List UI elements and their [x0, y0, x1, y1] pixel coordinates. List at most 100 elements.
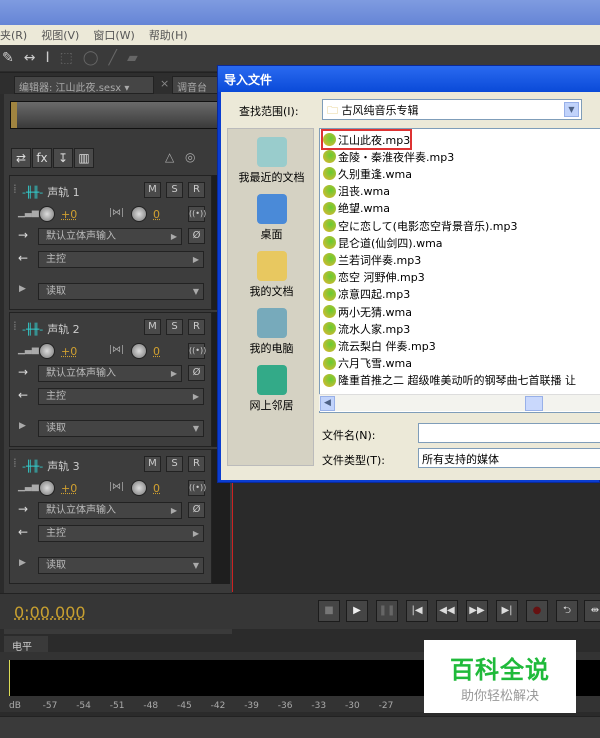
metronome-icon[interactable]: △	[165, 150, 174, 164]
track-tool-button[interactable]: ↧	[53, 148, 73, 168]
pause-button[interactable]: ❚❚	[376, 600, 398, 622]
close-icon[interactable]: ×	[160, 77, 169, 90]
place-item[interactable]: 网上邻居	[228, 365, 315, 413]
menu-item[interactable]: 夹(R)	[0, 27, 27, 43]
monitor-input-button[interactable]: ((•))	[188, 343, 206, 359]
file-list[interactable]: 江山此夜.mp3 金陵・秦淮夜伴奏.mp3 久别重逢.wma 沮丧.wma 绝望.wma…	[319, 128, 600, 413]
play-button[interactable]: ▶	[346, 600, 368, 622]
timeline-overview[interactable]	[10, 101, 232, 129]
loop-button[interactable]: ⮌	[556, 600, 578, 622]
track-r-button[interactable]: R	[188, 319, 205, 335]
razor-icon[interactable]: I	[45, 50, 49, 66]
track-input-select[interactable]: 默认立体声输入 ▶	[38, 502, 182, 519]
lasso-icon[interactable]: ◯	[83, 50, 99, 66]
scroll-left-button[interactable]: ◀	[320, 396, 335, 411]
timecode[interactable]: 0:00.000	[14, 603, 86, 622]
automation-mode-select[interactable]: 读取 ▼	[38, 283, 204, 300]
move-tool-icon[interactable]: ✎	[2, 50, 14, 66]
pan-value[interactable]: 0	[153, 208, 160, 221]
brush-icon[interactable]: ╱	[109, 50, 117, 66]
place-item[interactable]: 我的文档	[228, 251, 315, 299]
automation-mode-select[interactable]: 读取 ▼	[38, 557, 204, 574]
phase-invert-button[interactable]: Ø	[188, 365, 205, 381]
track-input-select[interactable]: 默认立体声输入 ▶	[38, 365, 182, 382]
file-item[interactable]: 江山此夜.mp3	[320, 129, 413, 150]
volume-value[interactable]: +0	[61, 208, 77, 221]
fast-forward-button[interactable]: ▶▶	[466, 600, 488, 622]
spot-healing-icon[interactable]: ▰	[127, 50, 138, 66]
track-output-select[interactable]: 主控 ▶	[38, 525, 204, 542]
record-button[interactable]: ●	[526, 600, 548, 622]
phase-invert-button[interactable]: Ø	[188, 502, 205, 518]
track-m-button[interactable]: M	[144, 182, 161, 198]
file-item[interactable]: 昆仑道(仙剑四).wma	[323, 234, 443, 251]
scroll-thumb[interactable]	[525, 396, 543, 411]
filetype-select[interactable]: 所有支持的媒体	[418, 448, 600, 468]
track-name[interactable]: -╫╫- 声轨 2	[22, 321, 80, 337]
file-item[interactable]: 久别重逢.wma	[323, 165, 412, 182]
track-m-button[interactable]: M	[144, 319, 161, 335]
place-item[interactable]: 我的电脑	[228, 308, 315, 356]
go-to-end-button[interactable]: ▶|	[496, 600, 518, 622]
track-output-select[interactable]: 主控 ▶	[38, 251, 204, 268]
file-item[interactable]: 绝望.wma	[323, 200, 390, 217]
file-item[interactable]: 空に恋して(电影恋空背景音乐).mp3	[323, 217, 517, 234]
chevron-down-icon[interactable]: ▼	[564, 102, 579, 117]
horizontal-scrollbar[interactable]: ◀	[319, 394, 600, 411]
track-m-button[interactable]: M	[144, 456, 161, 472]
file-item[interactable]: 流水人家.mp3	[323, 320, 410, 337]
timeline-area[interactable]	[232, 480, 600, 590]
volume-knob[interactable]	[39, 343, 55, 359]
pan-value[interactable]: 0	[153, 482, 160, 495]
phase-invert-button[interactable]: Ø	[188, 228, 205, 244]
drag-handle-icon[interactable]: ⁞	[13, 182, 17, 196]
file-item[interactable]: 沮丧.wma	[323, 183, 390, 200]
track-name[interactable]: -╫╫- 声轨 1	[22, 184, 80, 200]
expand-icon[interactable]: ▶	[19, 558, 26, 568]
automation-mode-select[interactable]: 读取 ▼	[38, 420, 204, 437]
file-item[interactable]: 流云梨白 伴奏.mp3	[323, 337, 436, 354]
go-to-start-button[interactable]: |◀	[406, 600, 428, 622]
marquee-icon[interactable]: ⬚	[60, 50, 73, 66]
tab-levels[interactable]: 电平 ×	[4, 636, 48, 664]
file-item[interactable]: 兰若词伴奏.mp3	[323, 251, 421, 268]
menu-item[interactable]: 窗口(W)	[93, 27, 134, 43]
pan-knob[interactable]	[131, 206, 147, 222]
drag-handle-icon[interactable]: ⁞	[13, 319, 17, 333]
file-item[interactable]: 六月飞雪.wma	[323, 355, 412, 372]
sync-icon[interactable]: ◎	[185, 150, 195, 164]
monitor-input-button[interactable]: ((•))	[188, 480, 206, 496]
place-item[interactable]: 我最近的文档	[228, 137, 315, 185]
expand-icon[interactable]: ▶	[19, 421, 26, 431]
track-r-button[interactable]: R	[188, 182, 205, 198]
time-selection-icon[interactable]: ↔	[24, 50, 36, 66]
track-name[interactable]: -╫╫- 声轨 3	[22, 458, 80, 474]
playhead[interactable]	[232, 480, 233, 592]
file-item[interactable]: 隆重首推之二 超级唯美动听的钢琴曲七首联播 让	[323, 372, 576, 389]
track-tool-button[interactable]: fx	[32, 148, 52, 168]
look-in-select[interactable]: 🗀 古风纯音乐专辑 ▼	[322, 99, 582, 120]
place-item[interactable]: 桌面	[228, 194, 315, 242]
track-s-button[interactable]: S	[166, 182, 183, 198]
track-tool-button[interactable]: ⇄	[11, 148, 31, 168]
pan-knob[interactable]	[131, 343, 147, 359]
monitor-input-button[interactable]: ((•))	[188, 206, 206, 222]
pan-value[interactable]: 0	[153, 345, 160, 358]
menu-item[interactable]: 帮助(H)	[149, 27, 188, 43]
volume-value[interactable]: +0	[61, 482, 77, 495]
volume-knob[interactable]	[39, 206, 55, 222]
volume-value[interactable]: +0	[61, 345, 77, 358]
rewind-button[interactable]: ◀◀	[436, 600, 458, 622]
zoom-handle[interactable]	[11, 102, 17, 128]
track-s-button[interactable]: S	[166, 319, 183, 335]
track-output-select[interactable]: 主控 ▶	[38, 388, 204, 405]
track-s-button[interactable]: S	[166, 456, 183, 472]
file-item[interactable]: 两小无猜.wma	[323, 303, 412, 320]
volume-knob[interactable]	[39, 480, 55, 496]
skip-button[interactable]: ⇹	[584, 600, 600, 622]
pan-knob[interactable]	[131, 480, 147, 496]
menu-item[interactable]: 视图(V)	[41, 27, 79, 43]
drag-handle-icon[interactable]: ⁞	[13, 456, 17, 470]
file-item[interactable]: 恋空 河野伸.mp3	[323, 269, 425, 286]
tab-editor[interactable]: 编辑器: 江山此夜.sesx ▾	[14, 76, 154, 94]
